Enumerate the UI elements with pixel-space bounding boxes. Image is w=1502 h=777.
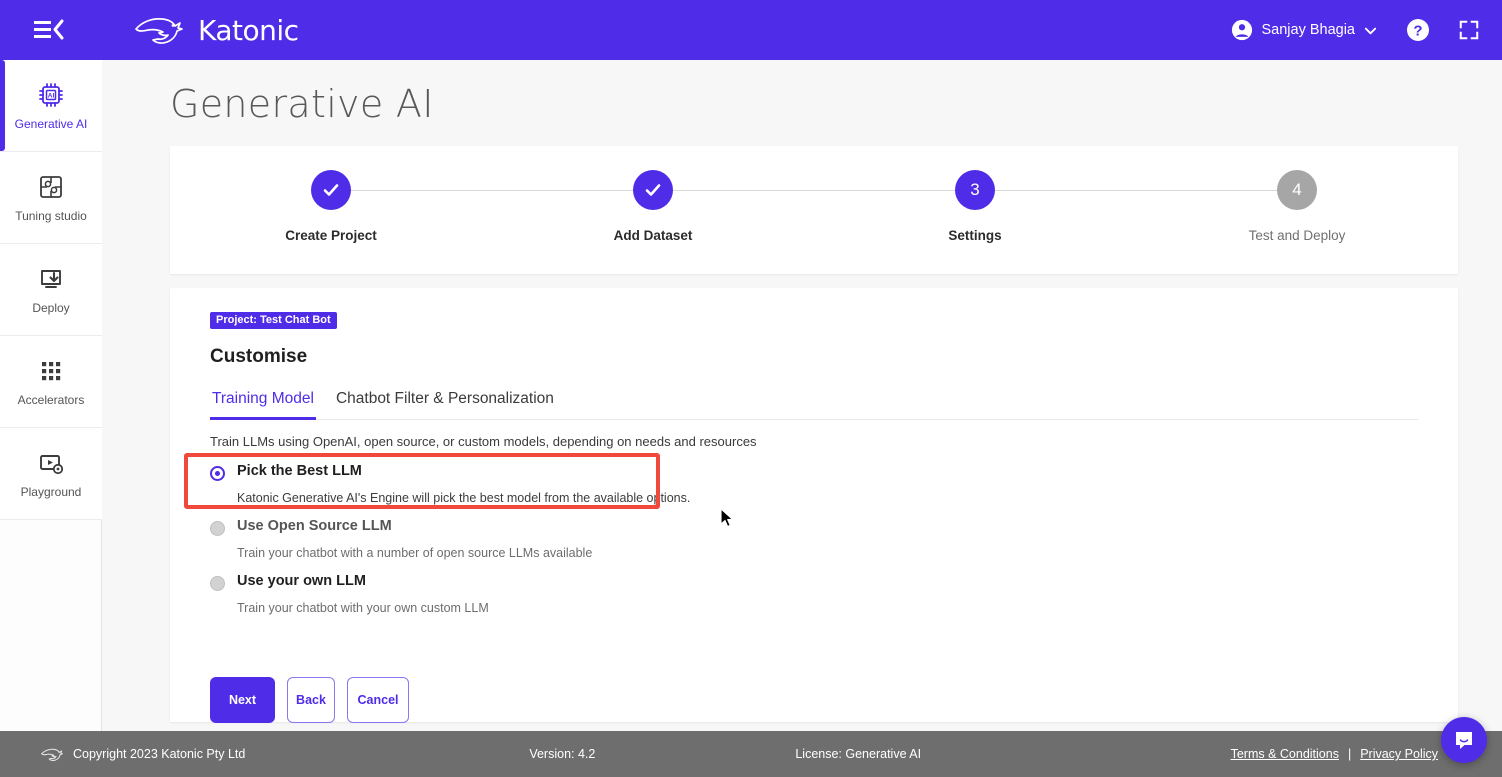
- stepper-connector: [653, 190, 975, 191]
- next-button[interactable]: Next: [210, 677, 275, 723]
- step-test-and-deploy[interactable]: 4 Test and Deploy: [1217, 170, 1377, 243]
- step-label: Add Dataset: [613, 228, 693, 243]
- radio-own-llm[interactable]: [210, 576, 225, 591]
- sidebar-label: Tuning studio: [15, 208, 87, 223]
- svg-text:?: ?: [1413, 23, 1422, 40]
- kangaroo-logo-icon: [41, 748, 63, 761]
- user-menu[interactable]: Sanjay Bhagia: [1231, 19, 1378, 41]
- option-description: Katonic Generative AI's Engine will pick…: [237, 491, 691, 505]
- sidebar-label: Playground: [20, 484, 82, 499]
- project-badge: Project: Test Chat Bot: [210, 312, 337, 329]
- option-description: Train your chatbot with a number of open…: [237, 546, 593, 560]
- tab-chatbot-filter[interactable]: Chatbot Filter & Personalization: [334, 390, 556, 420]
- collapse-menu-icon[interactable]: [34, 18, 64, 42]
- footer-links: Terms & Conditions | Privacy Policy: [1231, 747, 1438, 761]
- llm-option-group: Pick the Best LLM Katonic Generative AI'…: [184, 453, 1458, 615]
- form-actions: Next Back Cancel: [210, 677, 1458, 723]
- option-own-llm[interactable]: Use your own LLM Train your chatbot with…: [210, 573, 1458, 615]
- chat-widget-button[interactable]: [1441, 717, 1487, 763]
- option-title: Pick the Best LLM: [237, 463, 362, 479]
- step-circle: 4: [1277, 170, 1317, 210]
- option-description: Train your chatbot with your own custom …: [237, 601, 489, 615]
- stepper-connector: [331, 190, 653, 191]
- section-title: Customise: [210, 346, 308, 367]
- sidebar-item-tuning-studio[interactable]: Tuning studio: [0, 152, 102, 244]
- check-icon: [323, 184, 339, 196]
- monitor-download-icon: [36, 264, 66, 294]
- app-footer: Copyright 2023 Katonic Pty Ltd Version: …: [0, 731, 1502, 777]
- grid-dots-icon: [36, 356, 66, 386]
- brand-logo[interactable]: Katonic: [132, 0, 299, 60]
- customise-card: Project: Test Chat Bot Customise Trainin…: [170, 288, 1458, 723]
- sidebar-label: Accelerators: [17, 392, 85, 407]
- brand-name: Katonic: [198, 13, 299, 47]
- main-content: Generative AI Create Project Add Dataset…: [102, 60, 1502, 731]
- footer-separator: |: [1347, 747, 1352, 761]
- progress-stepper: Create Project Add Dataset 3 Settings 4: [170, 146, 1458, 274]
- option-title: Use your own LLM: [237, 573, 366, 589]
- sidebar-label: Deploy: [32, 300, 70, 315]
- step-settings[interactable]: 3 Settings: [895, 170, 1055, 243]
- step-circle: [311, 170, 351, 210]
- header-actions: Sanjay Bhagia ?: [1231, 18, 1502, 42]
- check-icon: [645, 184, 661, 196]
- stepper-connector: [975, 190, 1297, 191]
- sidebar-nav: AI Generative AI Tuning studio Deploy Ac…: [0, 60, 102, 731]
- step-label: Create Project: [285, 228, 377, 243]
- chat-bubble-smile-icon: [1456, 732, 1472, 749]
- footer-copyright: Copyright 2023 Katonic Pty Ltd: [40, 746, 245, 763]
- privacy-link[interactable]: Privacy Policy: [1360, 747, 1438, 761]
- puzzle-pieces-icon: [36, 172, 66, 202]
- step-label: Test and Deploy: [1248, 228, 1346, 243]
- ai-chip-icon: AI: [36, 80, 66, 110]
- help-circle-icon[interactable]: ?: [1406, 18, 1430, 42]
- form-subtitle: Train LLMs using OpenAI, open source, or…: [210, 434, 757, 449]
- radio-open-source-llm[interactable]: [210, 521, 225, 536]
- svg-text:AI: AI: [48, 93, 55, 100]
- step-circle: [633, 170, 673, 210]
- account-circle-icon: [1232, 19, 1253, 41]
- footer-copyright-text: Copyright 2023 Katonic Pty Ltd: [73, 747, 246, 761]
- step-create-project[interactable]: Create Project: [251, 170, 411, 243]
- fullscreen-icon[interactable]: [1458, 19, 1480, 41]
- sidebar-item-accelerators[interactable]: Accelerators: [0, 336, 102, 428]
- sidebar-item-deploy[interactable]: Deploy: [0, 244, 102, 336]
- step-add-dataset[interactable]: Add Dataset: [573, 170, 733, 243]
- app-header: Katonic Sanjay Bhagia ?: [0, 0, 1502, 60]
- tab-bar: Training Model Chatbot Filter & Personal…: [210, 390, 1418, 420]
- page-title: Generative AI: [170, 82, 434, 126]
- sidebar-item-generative-ai[interactable]: AI Generative AI: [0, 60, 102, 152]
- stepper-card: Create Project Add Dataset 3 Settings 4: [170, 146, 1458, 274]
- kangaroo-logo-icon: [135, 18, 183, 44]
- footer-version: Version: 4.2: [529, 747, 596, 761]
- terms-link[interactable]: Terms & Conditions: [1231, 747, 1339, 761]
- option-title: Use Open Source LLM: [237, 518, 392, 534]
- footer-license: License: Generative AI: [795, 747, 922, 761]
- cancel-button[interactable]: Cancel: [347, 677, 409, 723]
- option-pick-best-llm[interactable]: Pick the Best LLM Katonic Generative AI'…: [210, 463, 1458, 505]
- option-open-source-llm[interactable]: Use Open Source LLM Train your chatbot w…: [210, 518, 1458, 560]
- step-circle: 3: [955, 170, 995, 210]
- back-button[interactable]: Back: [287, 677, 335, 723]
- video-settings-icon: [36, 448, 66, 478]
- sidebar-label: Generative AI: [14, 116, 88, 131]
- step-label: Settings: [948, 228, 1002, 243]
- tab-training-model[interactable]: Training Model: [210, 390, 316, 420]
- app-root: Katonic Sanjay Bhagia ? AI Generative AI…: [0, 0, 1502, 777]
- sidebar-item-playground[interactable]: Playground: [0, 428, 102, 520]
- radio-pick-best-llm[interactable]: [210, 466, 225, 481]
- user-name-label: Sanjay Bhagia: [1261, 22, 1355, 38]
- chevron-down-icon: [1364, 27, 1377, 34]
